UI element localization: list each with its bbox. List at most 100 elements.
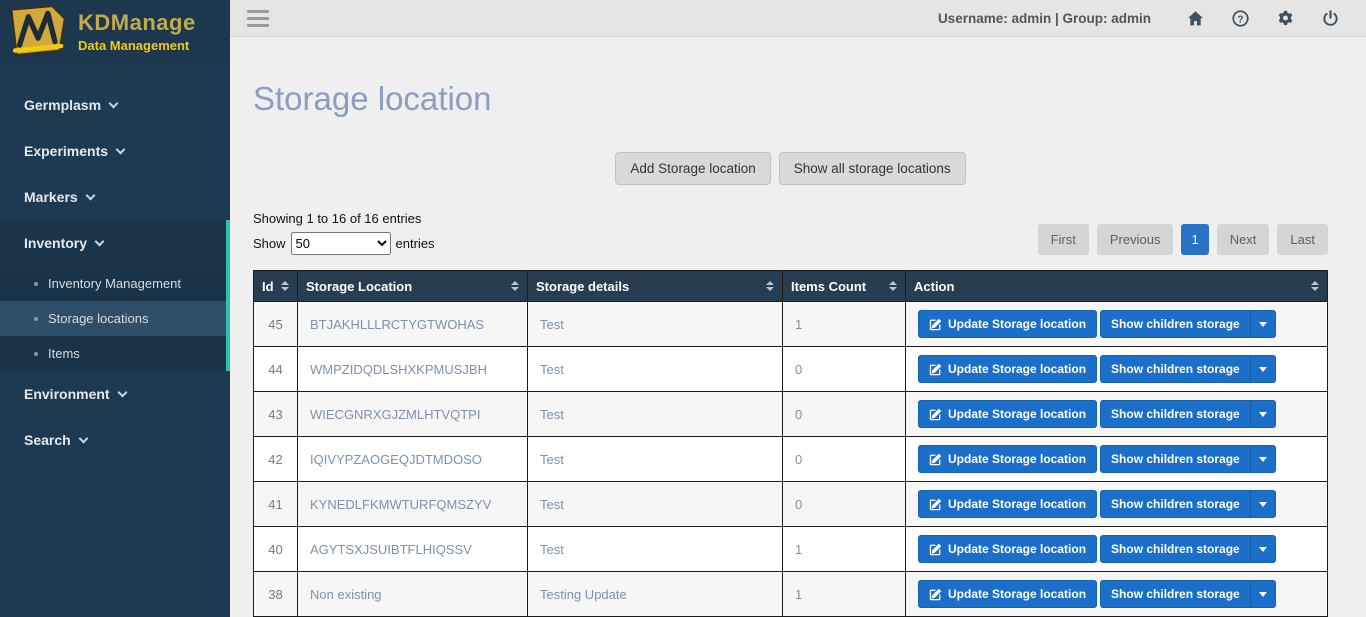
- caret-down-icon[interactable]: [1249, 446, 1275, 472]
- column-header-items-count[interactable]: Items Count: [782, 270, 906, 302]
- show-children-storage-button[interactable]: Show children storage: [1100, 310, 1276, 338]
- show-label: Show: [253, 236, 286, 251]
- edit-icon: [929, 408, 942, 420]
- cell-items-count: 0: [782, 391, 906, 437]
- table-row: 40 AGYTSXJSUIBTFLHIQSSV Test 1 Update St…: [253, 526, 1328, 572]
- update-storage-location-button[interactable]: Update Storage location: [918, 445, 1098, 473]
- bullet-icon: [34, 351, 38, 356]
- chevron-down-icon: [117, 387, 128, 397]
- table-body: 45 BTJAKHLLLRCTYGTWOHAS Test 1 Update St…: [253, 301, 1328, 617]
- table-row: 42 IQIVYPZAOGEQJDTMDOSO Test 0 Update St…: [253, 436, 1328, 482]
- sidebar-item-germplasm[interactable]: Germplasm: [0, 82, 230, 128]
- sidebar-item-environment[interactable]: Environment: [0, 371, 230, 417]
- cell-storage-location: WIECGNRXGJZMLHTVQTPI: [297, 391, 528, 437]
- main-area: Username: admin | Group: admin ? Storage…: [230, 0, 1366, 617]
- sidebar-item-storage-locations[interactable]: Storage locations: [0, 301, 230, 336]
- cell-action: Update Storage location Show children st…: [905, 436, 1328, 482]
- cell-action: Update Storage location Show children st…: [905, 571, 1328, 617]
- cell-items-count: 0: [782, 481, 906, 527]
- caret-down-icon[interactable]: [1249, 491, 1275, 517]
- chevron-down-icon: [85, 190, 96, 200]
- cell-items-count: 1: [782, 571, 906, 617]
- show-children-storage-button[interactable]: Show children storage: [1100, 490, 1276, 518]
- show-children-storage-button[interactable]: Show children storage: [1100, 580, 1276, 608]
- cell-storage-details: Test: [527, 526, 783, 572]
- sort-icon: [889, 281, 897, 291]
- update-storage-location-button[interactable]: Update Storage location: [918, 310, 1098, 338]
- nav-label: Environment: [24, 386, 110, 402]
- column-header-action[interactable]: Action: [905, 270, 1328, 302]
- cell-storage-details: Test: [527, 481, 783, 527]
- top-actions: Add Storage location Show all storage lo…: [253, 152, 1328, 185]
- chevron-down-icon: [78, 433, 89, 443]
- nav-label: Storage locations: [48, 311, 149, 326]
- sort-icon: [511, 281, 519, 291]
- pagination-last-button[interactable]: Last: [1277, 224, 1328, 255]
- cell-id: 38: [253, 571, 298, 617]
- pagination-first-button[interactable]: First: [1037, 224, 1089, 255]
- edit-icon: [929, 453, 942, 465]
- sidebar-item-markers[interactable]: Markers: [0, 174, 230, 220]
- sidebar-item-search[interactable]: Search: [0, 417, 230, 463]
- column-header-storage-details[interactable]: Storage details: [527, 270, 783, 302]
- sidebar-item-inventory-management[interactable]: Inventory Management: [0, 266, 230, 301]
- cell-id: 40: [253, 526, 298, 572]
- edit-icon: [929, 318, 942, 330]
- chevron-down-icon: [94, 236, 105, 246]
- show-children-storage-button[interactable]: Show children storage: [1100, 445, 1276, 473]
- pagination-previous-button[interactable]: Previous: [1096, 224, 1174, 255]
- cell-storage-location: BTJAKHLLLRCTYGTWOHAS: [297, 301, 528, 347]
- settings-icon[interactable]: [1276, 9, 1294, 27]
- cell-storage-location: KYNEDLFKMWTURFQMSZYV: [297, 481, 528, 527]
- user-info: Username: admin | Group: admin: [937, 10, 1151, 26]
- show-all-storage-locations-button[interactable]: Show all storage locations: [778, 152, 966, 185]
- add-storage-location-button[interactable]: Add Storage location: [615, 152, 771, 185]
- brand-text: KDManage Data Management: [78, 10, 196, 53]
- active-section-indicator: [226, 220, 230, 371]
- cell-id: 43: [253, 391, 298, 437]
- update-storage-location-button[interactable]: Update Storage location: [918, 490, 1098, 518]
- caret-down-icon[interactable]: [1249, 356, 1275, 382]
- cell-id: 45: [253, 301, 298, 347]
- update-storage-location-button[interactable]: Update Storage location: [918, 400, 1098, 428]
- caret-down-icon[interactable]: [1249, 311, 1275, 337]
- cell-storage-location: WMPZIDQDLSHXKPMUSJBH: [297, 346, 528, 392]
- table-row: 38 Non existing Testing Update 1 Update …: [253, 571, 1328, 617]
- caret-down-icon[interactable]: [1249, 401, 1275, 427]
- sort-icon: [1311, 281, 1319, 291]
- chevron-down-icon: [115, 144, 126, 154]
- update-storage-location-button[interactable]: Update Storage location: [918, 535, 1098, 563]
- show-children-storage-button[interactable]: Show children storage: [1100, 355, 1276, 383]
- column-header-id[interactable]: Id: [253, 270, 298, 302]
- cell-storage-location: AGYTSXJSUIBTFLHIQSSV: [297, 526, 528, 572]
- caret-down-icon[interactable]: [1249, 581, 1275, 607]
- nav-label: Inventory: [24, 235, 88, 251]
- power-icon[interactable]: [1321, 9, 1339, 27]
- column-header-storage-location[interactable]: Storage Location: [297, 270, 528, 302]
- update-storage-location-button[interactable]: Update Storage location: [918, 580, 1098, 608]
- show-children-storage-button[interactable]: Show children storage: [1100, 400, 1276, 428]
- table-row: 45 BTJAKHLLLRCTYGTWOHAS Test 1 Update St…: [253, 301, 1328, 347]
- app-window: KDManage Data Management Germplasm Exper…: [0, 0, 1366, 617]
- cell-action: Update Storage location Show children st…: [905, 391, 1328, 437]
- show-children-storage-button[interactable]: Show children storage: [1100, 535, 1276, 563]
- pagination-page-1-button[interactable]: 1: [1181, 224, 1209, 255]
- caret-down-icon[interactable]: [1249, 536, 1275, 562]
- table-row: 44 WMPZIDQDLSHXKPMUSJBH Test 0 Update St…: [253, 346, 1328, 392]
- pagination-next-button[interactable]: Next: [1216, 224, 1270, 255]
- svg-text:?: ?: [1237, 14, 1243, 25]
- help-icon[interactable]: ?: [1231, 9, 1249, 27]
- sidebar-item-items[interactable]: Items: [0, 336, 230, 371]
- brand-title: KDManage: [78, 9, 196, 35]
- nav-label: Germplasm: [24, 97, 102, 113]
- home-icon[interactable]: [1186, 9, 1204, 27]
- sidebar-item-experiments[interactable]: Experiments: [0, 128, 230, 174]
- sidebar-item-inventory[interactable]: Inventory: [0, 220, 230, 266]
- cell-action: Update Storage location Show children st…: [905, 526, 1328, 572]
- menu-toggle-icon[interactable]: [247, 9, 269, 27]
- page-size-select[interactable]: 50: [290, 232, 391, 255]
- edit-icon: [929, 498, 942, 510]
- pagination: First Previous 1 Next Last: [1037, 224, 1328, 255]
- update-storage-location-button[interactable]: Update Storage location: [918, 355, 1098, 383]
- cell-storage-details: Test: [527, 301, 783, 347]
